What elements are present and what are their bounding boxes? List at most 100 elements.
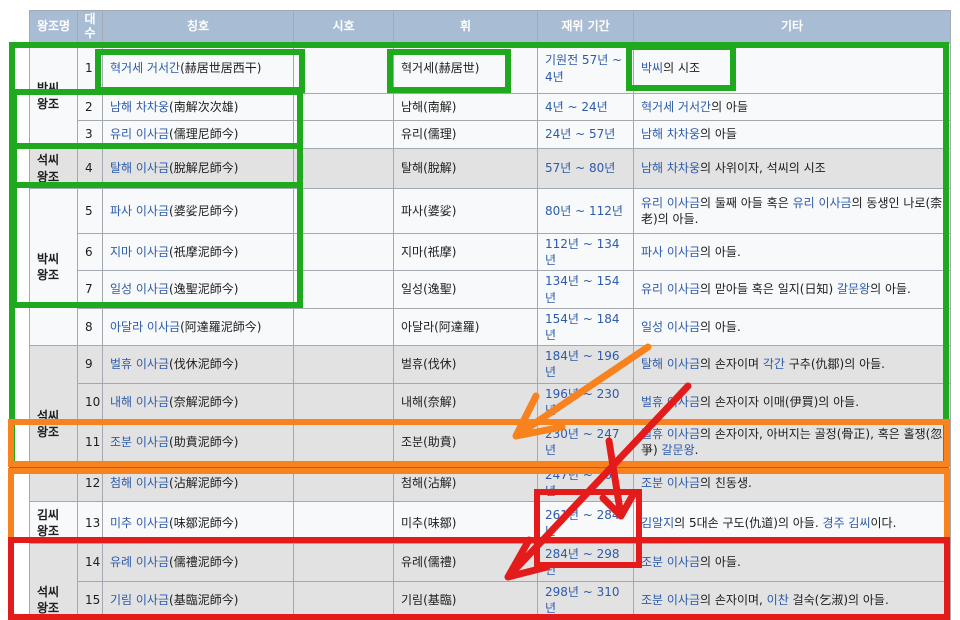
order-cell: 3	[78, 121, 103, 149]
notes-cell: 혁거세 거서간의 아들	[634, 94, 951, 121]
title-cell: 지마 이사금(祇摩泥師今)	[103, 234, 294, 271]
posthumous-name-cell	[294, 189, 394, 234]
given-name-cell: 파사(婆娑)	[394, 189, 538, 234]
notes-text: 의 아들.	[870, 282, 911, 296]
reign-period-cell: 134년 ~ 154년	[538, 271, 634, 308]
notes-text: 의 아들.	[700, 555, 741, 569]
king-title-link[interactable]: 첨해 이사금	[110, 476, 169, 490]
notes-link[interactable]: 김알지	[641, 516, 674, 530]
reign-period-link[interactable]: 4년 ~ 24년	[545, 100, 608, 114]
king-title-link[interactable]: 미추 이사금	[110, 516, 169, 530]
notes-cell: 조분 이사금의 아들.	[634, 544, 951, 581]
king-title-link[interactable]: 기림 이사금	[110, 593, 169, 607]
notes-link[interactable]: 유리 이사금	[793, 196, 852, 210]
king-title-link[interactable]: 아달라 이사금	[110, 320, 180, 334]
reign-period-link[interactable]: 80년 ~ 112년	[545, 204, 623, 218]
notes-link[interactable]: 조분 이사금	[641, 593, 700, 607]
king-title-link[interactable]: 조분 이사금	[110, 435, 169, 449]
king-title-link[interactable]: 유례 이사금	[110, 555, 169, 569]
reign-period-cell: 230년 ~ 247년	[538, 420, 634, 464]
table-row: 박씨 왕조1혁거세 거서간(赫居世居西干)혁거세(赫居世)기원전 57년 ~ 4…	[30, 44, 951, 94]
kings-table: 왕조명대수칭호시호휘재위 기간기타 박씨 왕조1혁거세 거서간(赫居世居西干)혁…	[29, 10, 951, 620]
reign-period-link[interactable]: 57년 ~ 80년	[545, 161, 615, 175]
notes-link[interactable]: 유리 이사금	[641, 282, 700, 296]
king-title-link[interactable]: 일성 이사금	[110, 282, 169, 296]
column-header-5: 재위 기간	[538, 11, 634, 44]
posthumous-name-cell	[294, 94, 394, 121]
table-row: 석씨 왕조4탈해 이사금(脫解尼師今)탈해(脫解)57년 ~ 80년남해 차차웅…	[30, 149, 951, 189]
reign-period-link[interactable]: 284년 ~ 298년	[545, 547, 620, 577]
notes-link[interactable]: 벌휴 이사금	[641, 427, 700, 441]
posthumous-name-cell	[294, 308, 394, 345]
posthumous-name-cell	[294, 383, 394, 420]
notes-link[interactable]: 탈해 이사금	[641, 357, 700, 371]
notes-link[interactable]: 벌휴 이사금	[641, 395, 700, 409]
reign-period-link[interactable]: 247년 ~ 261년	[545, 468, 620, 498]
notes-link[interactable]: 남해 차차웅	[641, 161, 700, 175]
order-cell: 2	[78, 94, 103, 121]
reign-period-cell: 112년 ~ 134년	[538, 234, 634, 271]
king-title-hanja: (伐休泥師今)	[169, 357, 238, 371]
notes-text: 의 손자이며	[700, 357, 763, 371]
notes-link[interactable]: 남해 차차웅	[641, 127, 700, 141]
king-title-link[interactable]: 남해 차차웅	[110, 100, 169, 114]
notes-link[interactable]: 파사 이사금	[641, 245, 700, 259]
table-row: 석씨 왕조9벌휴 이사금(伐休泥師今)벌휴(伐休)184년 ~ 196년탈해 이…	[30, 346, 951, 383]
notes-text: 의 아들.	[700, 320, 741, 334]
order-cell: 4	[78, 149, 103, 189]
reign-period-link[interactable]: 196년 ~ 230년	[545, 387, 620, 417]
reign-period-link[interactable]: 184년 ~ 196년	[545, 349, 620, 379]
order-cell: 9	[78, 346, 103, 383]
reign-period-link[interactable]: 112년 ~ 134년	[545, 237, 620, 267]
header-row: 왕조명대수칭호시호휘재위 기간기타	[30, 11, 951, 44]
notes-link[interactable]: 조분 이사금	[641, 476, 700, 490]
notes-text: 의 시조	[663, 61, 700, 75]
reign-period-link[interactable]: 298년 ~ 310년	[545, 585, 620, 615]
king-title-hanja: (赫居世居西干)	[180, 61, 261, 75]
reign-period-link[interactable]: 기원전 57년 ~ 4년	[545, 53, 622, 83]
king-title-link[interactable]: 혁거세 거서간	[110, 61, 180, 75]
notes-link[interactable]: 혁거세 거서간	[641, 100, 711, 114]
reign-period-link[interactable]: 24년 ~ 57년	[545, 127, 615, 141]
given-name-cell: 아달라(阿達羅)	[394, 308, 538, 345]
notes-link[interactable]: 갈문왕	[837, 282, 870, 296]
king-title-hanja: (祇摩泥師今)	[169, 245, 238, 259]
notes-link[interactable]: 조분 이사금	[641, 555, 700, 569]
order-cell: 6	[78, 234, 103, 271]
notes-link[interactable]: 각간	[763, 357, 785, 371]
given-name-cell: 미추(味鄒)	[394, 502, 538, 544]
reign-period-link[interactable]: 230년 ~ 247년	[545, 427, 620, 457]
dynasty-cell: 박씨 왕조	[30, 44, 78, 149]
notes-text: 의 5대손 구도(仇道)의 아들.	[674, 516, 822, 530]
reign-period-link[interactable]: 154년 ~ 184년	[545, 312, 620, 342]
posthumous-name-cell	[294, 502, 394, 544]
reign-period-link[interactable]: 261년 ~ 284년	[545, 508, 620, 538]
notes-cell: 남해 차차웅의 사위이자, 석씨의 시조	[634, 149, 951, 189]
table-row: 6지마 이사금(祇摩泥師今)지마(祇摩)112년 ~ 134년파사 이사금의 아…	[30, 234, 951, 271]
title-cell: 혁거세 거서간(赫居世居西干)	[103, 44, 294, 94]
king-title-link[interactable]: 탈해 이사금	[110, 161, 169, 175]
table-row: 박씨 왕조5파사 이사금(婆娑尼師今)파사(婆娑)80년 ~ 112년유리 이사…	[30, 189, 951, 234]
king-title-link[interactable]: 지마 이사금	[110, 245, 169, 259]
notes-link[interactable]: 경주 김씨	[823, 516, 871, 530]
notes-link[interactable]: 이찬	[767, 593, 789, 607]
posthumous-name-cell	[294, 121, 394, 149]
notes-link[interactable]: 유리 이사금	[641, 196, 700, 210]
reign-period-link[interactable]: 134년 ~ 154년	[545, 274, 620, 304]
king-title-link[interactable]: 파사 이사금	[110, 204, 169, 218]
notes-link[interactable]: 일성 이사금	[641, 320, 700, 334]
posthumous-name-cell	[294, 271, 394, 308]
king-title-link[interactable]: 내해 이사금	[110, 395, 169, 409]
king-title-hanja: (助賁泥師今)	[169, 435, 238, 449]
order-cell: 5	[78, 189, 103, 234]
dynasty-cell: 박씨 왕조	[30, 189, 78, 346]
order-cell: 13	[78, 502, 103, 544]
king-title-link[interactable]: 벌휴 이사금	[110, 357, 169, 371]
notes-link[interactable]: 박씨	[641, 61, 663, 75]
order-cell: 1	[78, 44, 103, 94]
notes-link[interactable]: 갈문왕	[662, 443, 695, 457]
given-name-cell: 혁거세(赫居世)	[394, 44, 538, 94]
notes-text: 의 둘째 아들 혹은	[700, 196, 793, 210]
order-cell: 12	[78, 464, 103, 501]
king-title-link[interactable]: 유리 이사금	[110, 127, 169, 141]
